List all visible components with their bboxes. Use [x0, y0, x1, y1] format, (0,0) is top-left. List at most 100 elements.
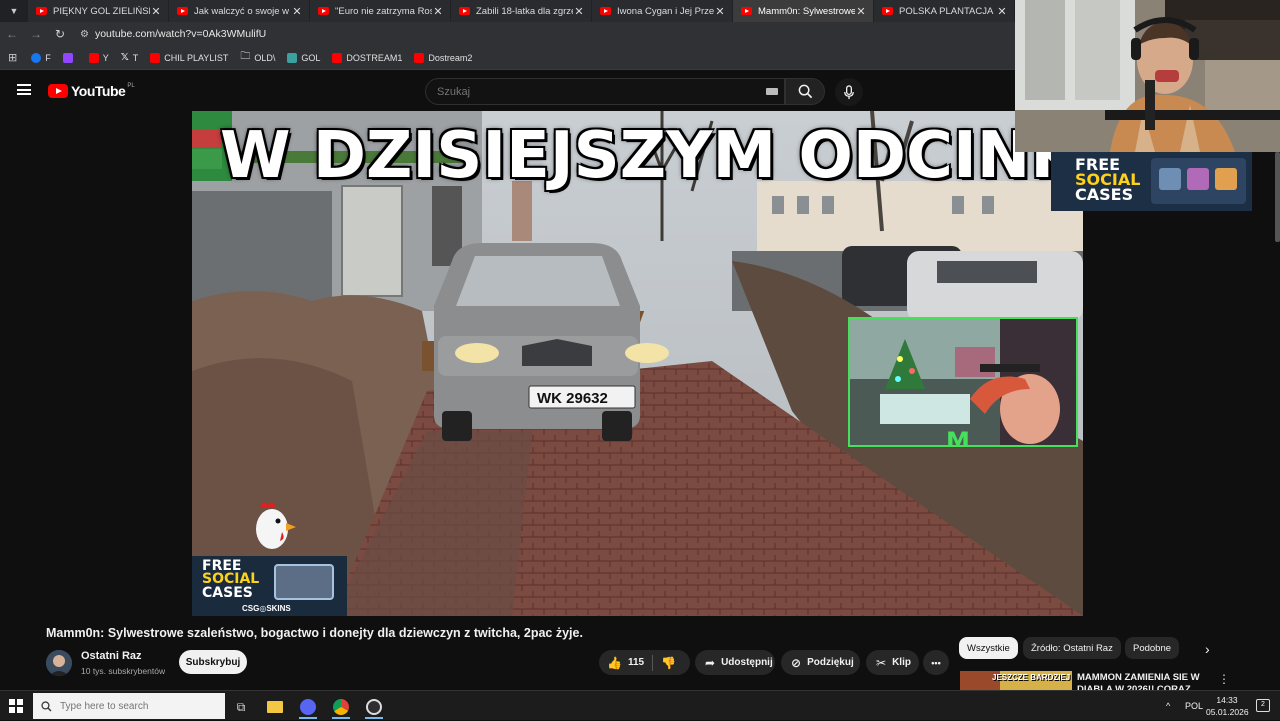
- tab-title: Zabili 18-latka dla zgrzewki: [476, 5, 573, 17]
- search-input[interactable]: [426, 79, 746, 104]
- chip-similar[interactable]: Podobne: [1125, 637, 1180, 659]
- youtube-favicon-icon: [318, 7, 329, 15]
- windows-start-icon[interactable]: [9, 699, 23, 713]
- tab-title: "Euro nie zatrzyma Rosji.: [335, 5, 432, 17]
- search-icon: [41, 700, 52, 711]
- avatar[interactable]: [46, 650, 72, 676]
- browser-tab-active[interactable]: Mamm0n: Sylwestrowe szaleństwo✕: [733, 0, 873, 22]
- site-info-icon[interactable]: ⚙: [80, 29, 89, 40]
- promo-banner-left[interactable]: FREE SOCIAL CASES CSG◎SKINS: [192, 556, 347, 616]
- clock-time: 14:33: [1216, 695, 1238, 705]
- youtube-favicon-icon: [177, 7, 188, 15]
- bookmark-folder[interactable]: 🗀 OLD\: [240, 49, 275, 66]
- close-icon[interactable]: ✕: [855, 5, 867, 18]
- bookmark-label: CHIL PLAYLIST: [164, 52, 229, 63]
- url-field[interactable]: youtube.com/watch?v=0Ak3WMulifU: [95, 28, 266, 40]
- bookmark-label: Y: [102, 52, 109, 63]
- like-dislike-group: 👍 115 👎: [599, 650, 690, 675]
- browser-tab[interactable]: Jak walczyć o swoje w życiu✕: [169, 0, 309, 22]
- file-explorer-icon[interactable]: [262, 695, 288, 719]
- video-overlay-caption: W DZISIEJSZYM ODCINKU: [220, 119, 1083, 193]
- task-view-icon[interactable]: ⧉: [228, 695, 254, 719]
- close-icon[interactable]: ✕: [432, 5, 444, 18]
- bookmarks-bar: ⊞ F Y 𝕏T CHIL PLAYLIST 🗀 OLD\ GOL DOSTREA…: [0, 46, 1015, 70]
- reload-icon[interactable]: ↻: [48, 27, 72, 41]
- clip-label: Klip: [892, 657, 911, 668]
- logo-country-code: PL: [127, 83, 135, 89]
- chrome-icon[interactable]: [328, 695, 354, 719]
- chip-all[interactable]: Wszystkie: [959, 637, 1018, 659]
- bookmark-item[interactable]: [62, 52, 77, 63]
- channel-name[interactable]: Ostatni Raz: [81, 650, 142, 662]
- browser-tab[interactable]: POLSKA PLANTACJA CUKRU✕: [874, 0, 1014, 22]
- thumbs-up-icon[interactable]: 👍: [607, 656, 622, 670]
- language-indicator[interactable]: POL: [1185, 691, 1203, 721]
- discord-icon[interactable]: [295, 695, 321, 719]
- browser-tab[interactable]: Iwona Cygan i Jej Przerażająca✕: [592, 0, 732, 22]
- like-count[interactable]: 115: [628, 657, 644, 668]
- bookmark-item[interactable]: GOL: [287, 52, 320, 63]
- system-clock[interactable]: 14:33 05.01.2026: [1206, 694, 1249, 718]
- voice-search-button[interactable]: [835, 78, 863, 106]
- thanks-button[interactable]: ⊘ Podziękuj: [781, 650, 860, 675]
- thumbnail-text: JESZCZE BARDZIEJ: [992, 673, 1071, 682]
- streamer-webcam: [1015, 0, 1280, 152]
- divider: [652, 654, 654, 671]
- notification-center-icon[interactable]: 2: [1256, 699, 1270, 712]
- loot-case-icon: [1151, 158, 1246, 204]
- bookmark-label: F: [45, 52, 51, 63]
- bookmark-item[interactable]: F: [31, 52, 51, 63]
- back-arrow-icon[interactable]: ←: [0, 27, 24, 41]
- apps-grid-icon[interactable]: ⊞: [8, 51, 17, 64]
- thumbs-down-icon[interactable]: 👎: [661, 656, 676, 670]
- subscribe-button[interactable]: Subskrybuj: [179, 650, 247, 674]
- youtube-logo[interactable]: YouTube PL: [48, 83, 135, 99]
- promo-banner-right[interactable]: FREE SOCIAL CASES: [1051, 152, 1252, 211]
- page-scrollbar[interactable]: [1275, 152, 1280, 242]
- more-actions-button[interactable]: •••: [923, 650, 949, 675]
- webcam-brand-logo: M: [946, 427, 970, 447]
- address-bar: ← → ↻ ⚙ youtube.com/watch?v=0Ak3WMulifU: [0, 22, 1015, 46]
- search-icon: [798, 84, 812, 99]
- kebab-menu-icon[interactable]: ⋮: [1218, 672, 1230, 686]
- forward-arrow-icon[interactable]: →: [24, 27, 48, 41]
- folder-icon: 🗀: [240, 51, 251, 62]
- bookmark-item[interactable]: Dostream2: [414, 52, 472, 63]
- bookmark-item[interactable]: DOSTREAM1: [332, 52, 402, 63]
- close-icon[interactable]: ✕: [714, 5, 726, 18]
- browser-tab[interactable]: PIĘKNY GOL ZIELIŃSKIEGO✕: [28, 0, 168, 22]
- tab-search-menu[interactable]: ▼: [0, 0, 28, 22]
- promo-text: FREE SOCIAL CASES: [1075, 157, 1140, 203]
- case-icon: [1215, 168, 1237, 190]
- tray-overflow-icon[interactable]: ^: [1166, 691, 1170, 721]
- search-button[interactable]: [785, 78, 825, 105]
- bookmark-item[interactable]: CHIL PLAYLIST: [150, 52, 229, 63]
- promo-brand: CSG◎SKINS: [242, 604, 291, 613]
- close-icon[interactable]: ✕: [996, 5, 1008, 18]
- bookmark-item[interactable]: Y: [88, 52, 109, 63]
- clock-date: 05.01.2026: [1206, 707, 1249, 717]
- taskbar-search: [33, 693, 225, 719]
- browser-tab[interactable]: "Euro nie zatrzyma Rosji. ✕: [310, 0, 450, 22]
- youtube-icon: [332, 52, 343, 63]
- bookmark-item[interactable]: 𝕏T: [121, 52, 139, 63]
- video-player[interactable]: WK 29632 W DZISIEJSZYM ODCINKU M FREE SO…: [192, 111, 1083, 616]
- close-icon[interactable]: ✕: [573, 5, 585, 18]
- chip-source[interactable]: Źródło: Ostatni Raz: [1023, 637, 1121, 659]
- close-icon[interactable]: ✕: [291, 5, 303, 18]
- taskbar-search-input[interactable]: [60, 700, 220, 712]
- hamburger-menu-icon[interactable]: [17, 84, 31, 95]
- keyboard-icon[interactable]: [766, 88, 778, 95]
- microphone-icon: [844, 84, 854, 99]
- clip-button[interactable]: ✂ Klip: [866, 650, 919, 675]
- close-icon[interactable]: ✕: [150, 5, 162, 18]
- search-box: [425, 78, 785, 105]
- video-title: Mamm0n: Sylwestrowe szaleństwo, bogactwo…: [46, 626, 583, 640]
- recommended-video-thumbnail[interactable]: JESZCZE BARDZIEJ: [960, 671, 1072, 690]
- obs-icon[interactable]: [361, 695, 387, 719]
- browser-tab[interactable]: Zabili 18-latka dla zgrzewki✕: [451, 0, 591, 22]
- share-button[interactable]: ➦ Udostępnij: [695, 650, 775, 675]
- youtube-header: YouTube PL: [0, 71, 1015, 111]
- chevron-right-icon[interactable]: ›: [1205, 641, 1210, 657]
- tab-title: Iwona Cygan i Jej Przerażająca: [617, 5, 714, 17]
